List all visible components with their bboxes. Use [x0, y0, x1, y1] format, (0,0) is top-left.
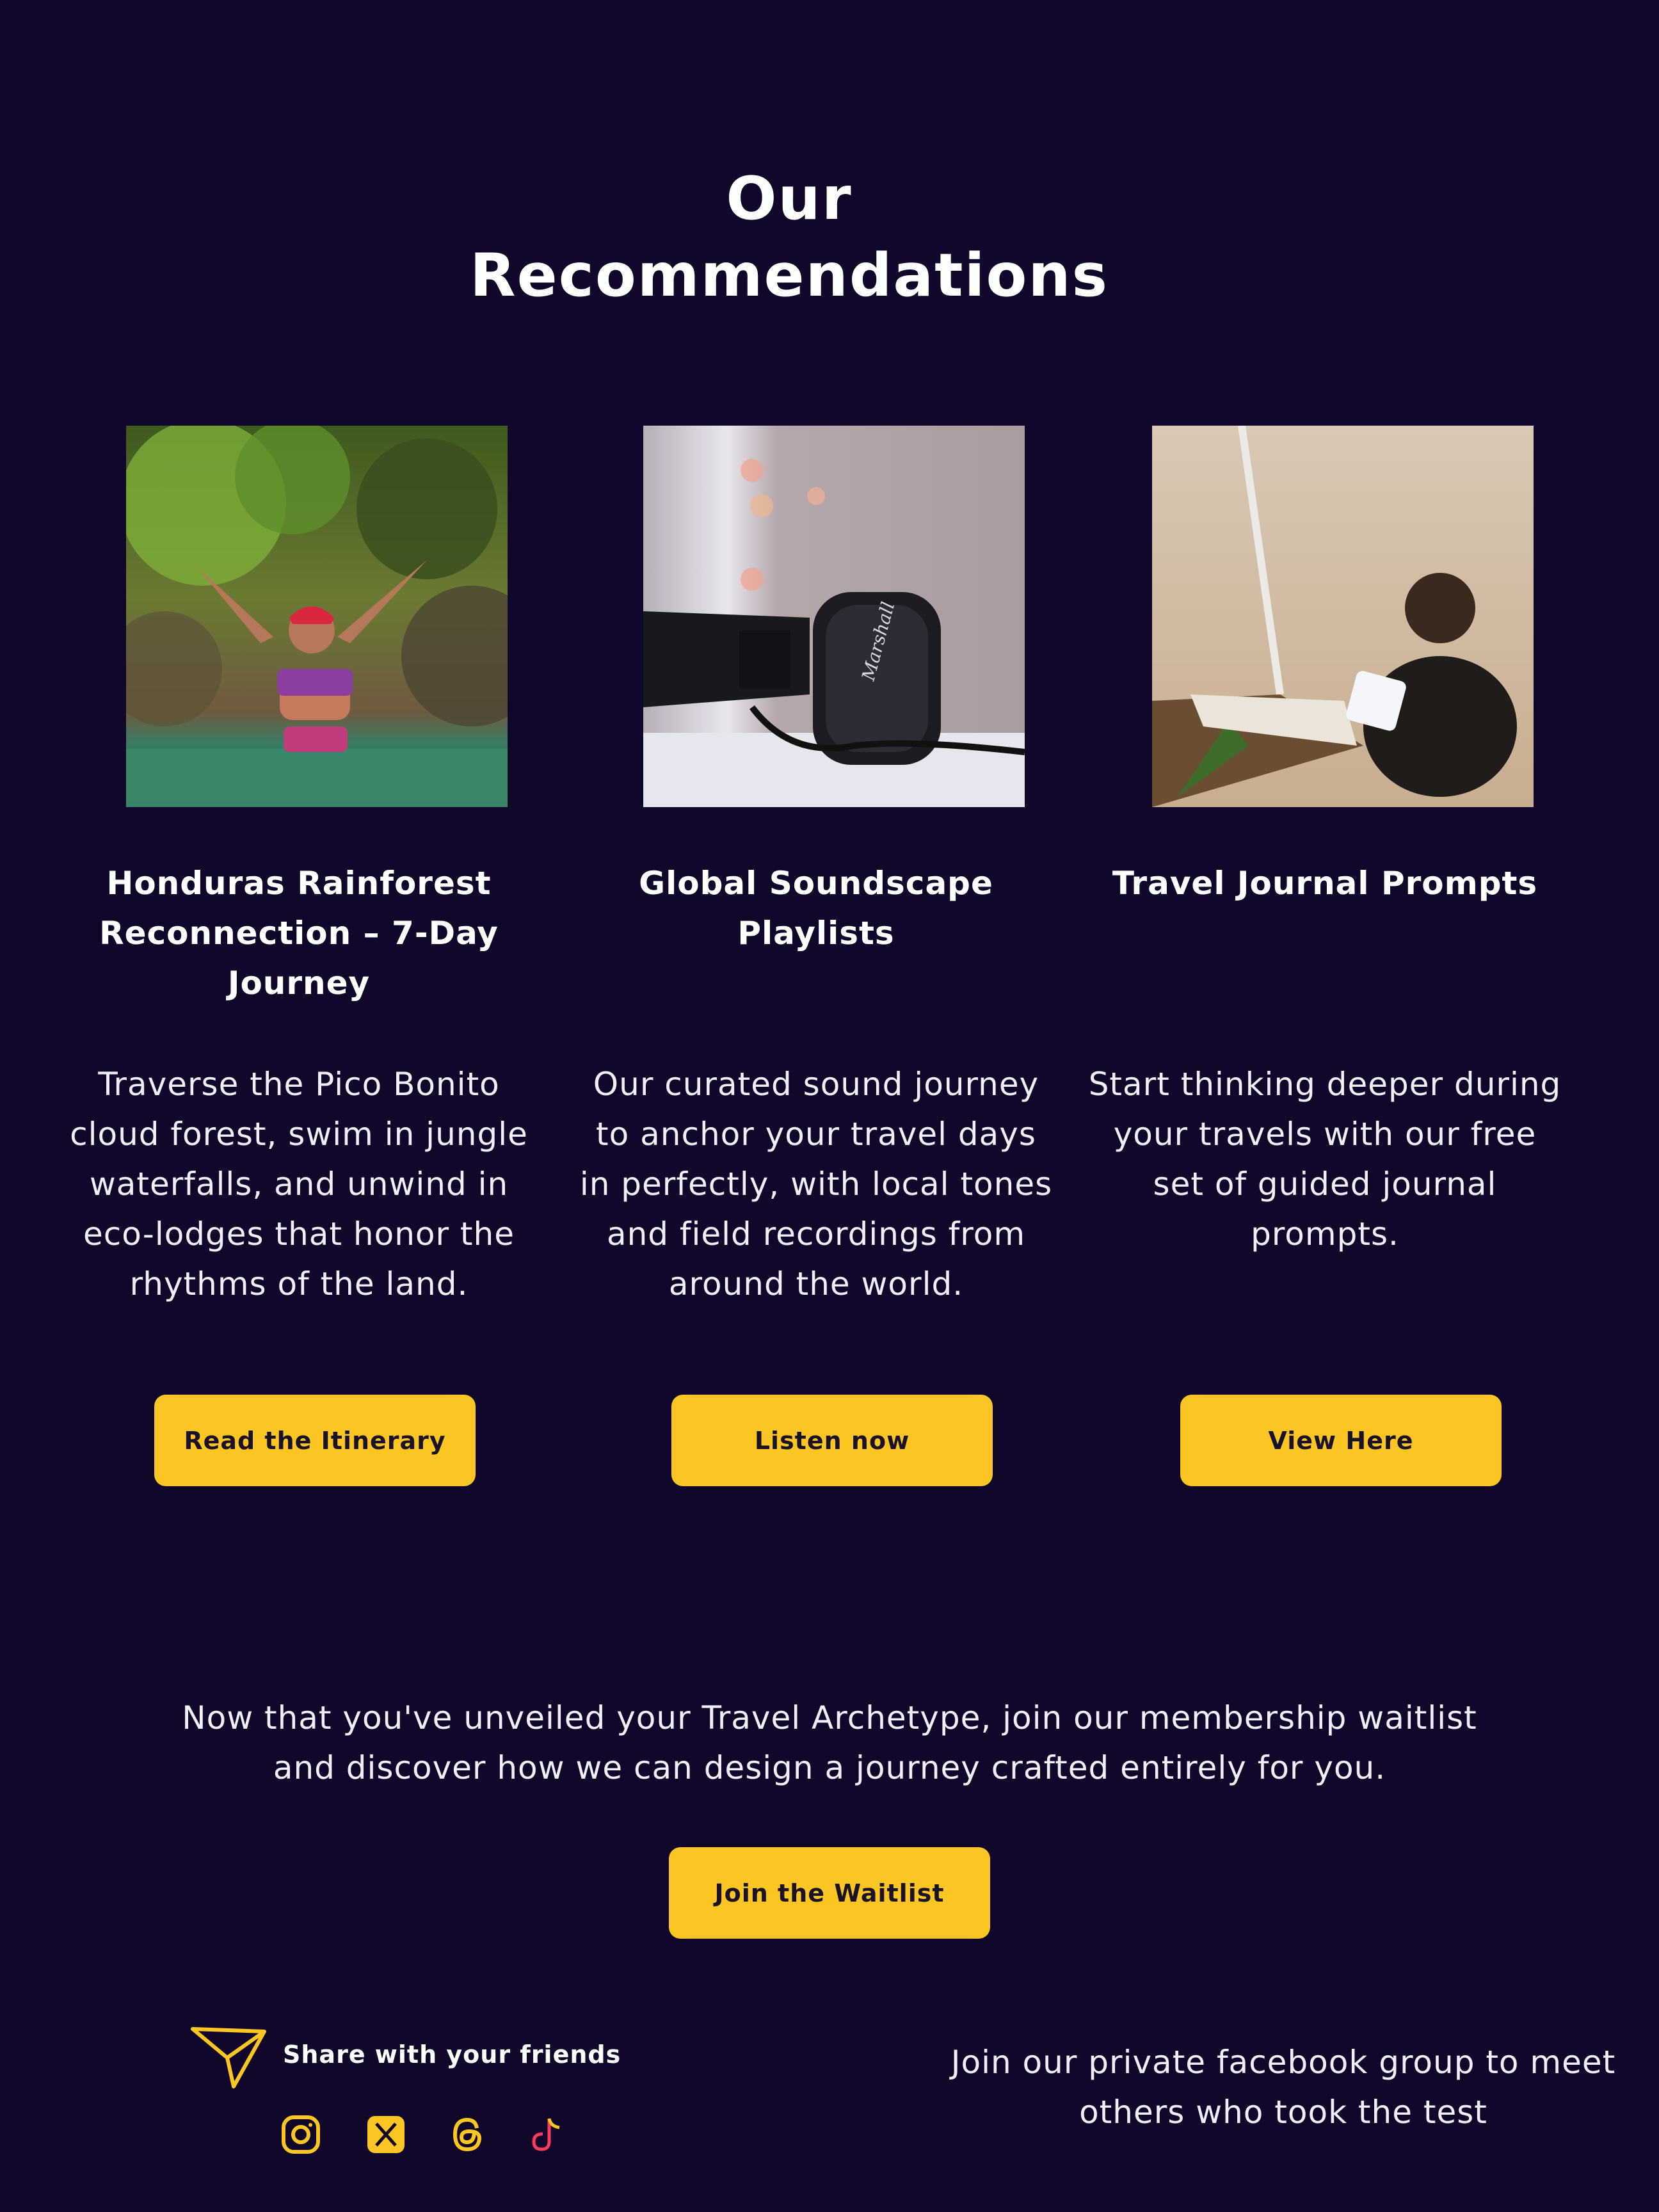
facebook-group-text: Join our private facebook group to meet … — [950, 2044, 1616, 2131]
recommendation-description: Traverse the Pico Bonito cloud forest, s… — [70, 1066, 528, 1302]
instagram-icon[interactable] — [278, 2112, 323, 2157]
share-section: Share with your friends — [189, 2023, 701, 2183]
join-waitlist-button[interactable]: Join the Waitlist — [669, 1847, 990, 1939]
tiktok-icon[interactable] — [525, 2112, 570, 2157]
recommendation-title: Global Soundscape Playlists — [639, 865, 993, 952]
recommendation-card-honduras: Honduras Rainforest Reconnection – 7-Day… — [62, 426, 527, 1495]
recommendation-card-journal: Travel Journal Prompts Start thinking de… — [1088, 426, 1560, 1495]
listen-now-button[interactable]: Listen now — [671, 1395, 993, 1486]
view-here-button[interactable]: View Here — [1180, 1395, 1502, 1486]
waitlist-invitation-text: Now that you've unveiled your Travel Arc… — [182, 1699, 1477, 1786]
rainforest-waterfall-photo — [126, 426, 508, 807]
recommendation-title: Honduras Rainforest Reconnection – 7-Day… — [99, 865, 499, 1002]
recommendation-description: Our curated sound journey to anchor your… — [579, 1066, 1053, 1302]
headphones-photo: Marshall — [643, 426, 1025, 807]
recommendation-description: Start thinking deeper during your travel… — [1088, 1066, 1562, 1253]
recommendation-title: Travel Journal Prompts — [1112, 865, 1538, 902]
read-itinerary-button[interactable]: Read the Itinerary — [154, 1395, 476, 1486]
share-label: Share with your friends — [283, 2040, 621, 2069]
x-icon[interactable] — [364, 2112, 408, 2157]
threads-icon[interactable] — [445, 2112, 490, 2157]
page-title: Our Recommendations — [470, 164, 1109, 310]
recommendation-card-soundscape: Marshall Global Soundscape Playlists Our… — [579, 426, 1052, 1495]
beach-journal-photo — [1152, 426, 1534, 807]
send-icon — [191, 2027, 266, 2088]
